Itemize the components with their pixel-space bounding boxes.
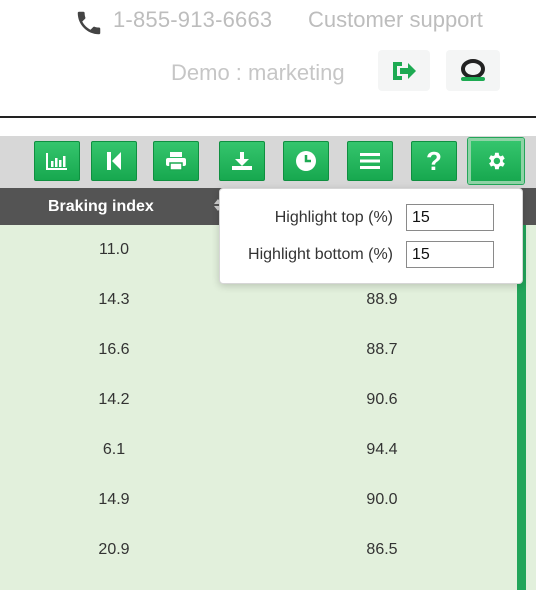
braking-index-cell: 20.9 — [98, 541, 130, 558]
demo-account-label: Demo : marketing — [171, 60, 345, 85]
table-row[interactable]: 20.9 86.5 — [0, 525, 510, 575]
value-cell: 86.5 — [366, 541, 398, 558]
braking-index-cell: 14.3 — [98, 291, 130, 308]
value-cell: 94.4 — [366, 441, 398, 458]
value-cell: 88.9 — [366, 291, 398, 308]
menu-button[interactable] — [347, 141, 393, 181]
help-button[interactable]: ? — [411, 141, 457, 181]
column-header-braking-index[interactable]: Braking index — [48, 198, 154, 216]
highlight-top-input[interactable] — [406, 204, 494, 231]
first-page-button[interactable] — [91, 141, 137, 181]
braking-index-cell: 16.6 — [98, 341, 130, 358]
table-row[interactable]: 6.1 94.4 — [0, 425, 510, 475]
value-cell: 90.0 — [366, 491, 398, 508]
logout-button[interactable] — [378, 50, 430, 91]
braking-index-cell: 6.1 — [102, 441, 126, 458]
history-button[interactable] — [283, 141, 329, 181]
braking-index-cell: 14.9 — [98, 491, 130, 508]
value-cell: 90.6 — [366, 391, 398, 408]
print-icon — [166, 152, 186, 171]
brand-logo — [461, 58, 485, 81]
settings-icon — [489, 152, 505, 170]
skip-back-icon — [107, 152, 121, 170]
braking-index-cell: 14.2 — [98, 391, 130, 408]
report-toolbar: ? — [0, 136, 536, 188]
top-bar: 1-855-913-6663 Customer support Demo : m… — [0, 0, 536, 118]
value-cell: 88.7 — [366, 341, 398, 358]
highlight-top-label: Highlight top (%) — [274, 209, 393, 226]
table-row[interactable]: 14.9 90.0 — [0, 475, 510, 525]
brand-logo-button[interactable] — [446, 50, 500, 91]
chart-icon — [46, 153, 67, 170]
highlight-bottom-label: Highlight bottom (%) — [248, 246, 393, 263]
print-button[interactable] — [153, 141, 199, 181]
table-row[interactable]: 14.2 90.6 — [0, 375, 510, 425]
download-icon — [232, 152, 252, 170]
phone-number[interactable]: 1-855-913-6663 — [113, 7, 272, 33]
table-row[interactable]: 16.6 88.7 — [0, 325, 510, 375]
customer-support-link[interactable]: Customer support — [308, 7, 483, 33]
header-divider — [0, 116, 536, 118]
settings-popover: Highlight top (%) Highlight bottom (%) — [219, 188, 523, 284]
phone-icon — [77, 11, 101, 35]
highlight-bottom-input[interactable] — [406, 241, 494, 268]
braking-index-cell: 11.0 — [99, 241, 129, 258]
help-icon: ? — [426, 145, 442, 176]
chart-button[interactable] — [34, 141, 80, 181]
download-button[interactable] — [219, 141, 265, 181]
list-icon — [360, 153, 380, 169]
settings-button[interactable] — [468, 138, 524, 184]
clock-icon — [296, 151, 316, 171]
logout-icon — [393, 61, 416, 80]
